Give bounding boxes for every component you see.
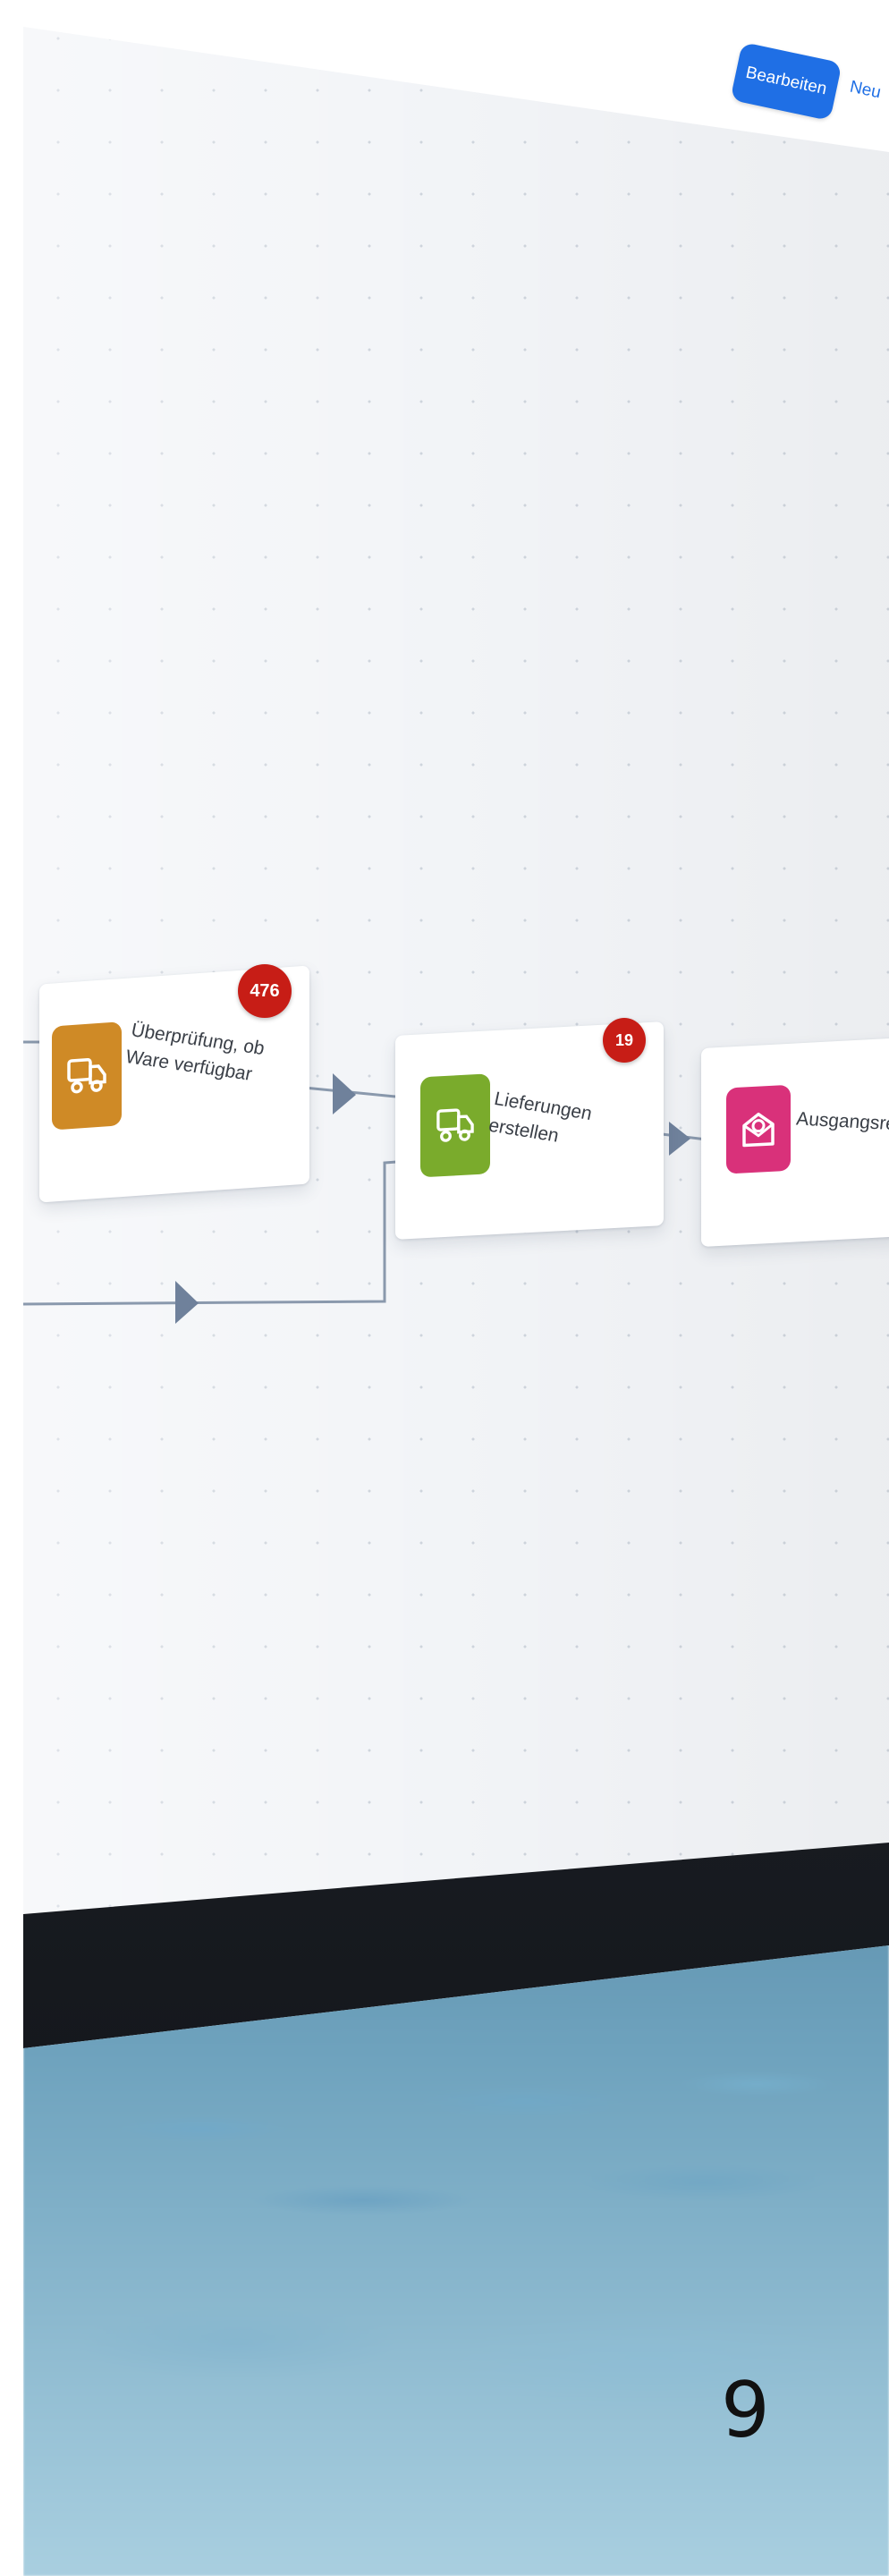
laptop-photo: Überprüfung, ob Ware verfügbar 476 Liefe… bbox=[0, 0, 889, 2576]
arrow-icon bbox=[333, 1073, 356, 1114]
notification-badge: 19 bbox=[603, 1018, 646, 1063]
truck-icon bbox=[420, 1073, 490, 1178]
step-label: Überprüfung, ob Ware verfügbar bbox=[123, 1020, 267, 1085]
arrow-icon bbox=[175, 1281, 199, 1324]
page-margin bbox=[0, 0, 23, 2576]
step-label: Ausgangsrechnung erstellen bbox=[795, 1108, 889, 1141]
page-number: 9 bbox=[721, 2366, 770, 2455]
step-label: Lieferungen erstellen bbox=[487, 1088, 594, 1147]
process-step-outgoing-invoice[interactable]: Ausgangsrechnung erstellen bbox=[701, 1037, 889, 1248]
invoice-icon bbox=[726, 1084, 791, 1174]
arrow-icon bbox=[669, 1122, 690, 1156]
truck-icon bbox=[52, 1021, 122, 1131]
notification-badge: 476 bbox=[238, 964, 292, 1018]
